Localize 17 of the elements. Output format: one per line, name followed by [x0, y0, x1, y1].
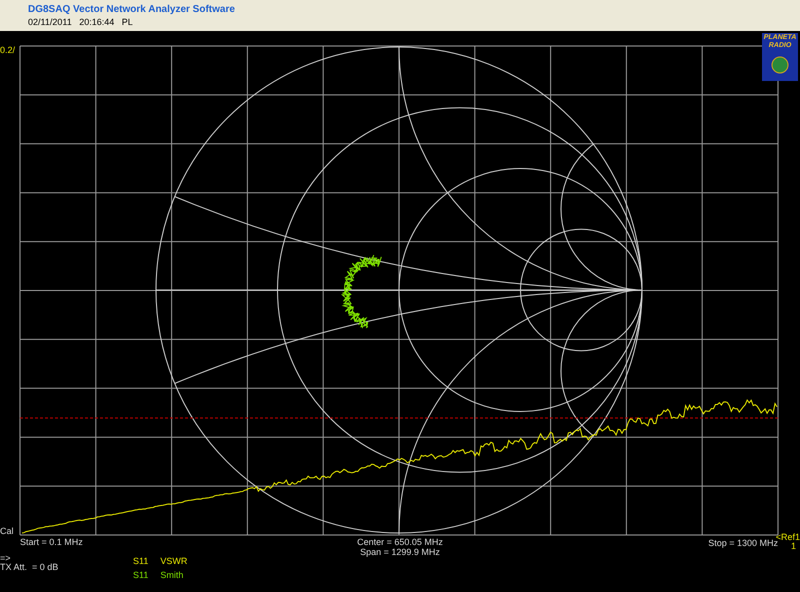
trace-parameter: S11: [133, 570, 148, 580]
app-title: DG8SAQ Vector Network Analyzer Software: [28, 4, 236, 16]
cal-label: Cal: [0, 526, 14, 536]
arrow-label: =>: [0, 553, 11, 563]
reference-index: 1: [790, 541, 796, 551]
timestamp: 02/11/2011 20:16:44 PL: [28, 16, 134, 28]
tx-attenuation: TX Att. = 0 dB: [0, 562, 58, 572]
trace-name: Smith: [160, 570, 184, 580]
stop-frequency: Stop = 1300 MHz: [708, 538, 778, 548]
trace-name: VSWR: [160, 556, 188, 566]
start-frequency: Start = 0.1 MHz: [20, 537, 83, 547]
trace-parameter: S11: [133, 556, 148, 566]
globe-icon: [771, 56, 789, 74]
center-frequency: Center = 650.05 MHz: [357, 537, 443, 547]
scale-label: 0.2/: [0, 45, 16, 55]
span-frequency: Span = 1299.9 MHz: [360, 547, 440, 557]
reference-marker: <Ref1: [776, 532, 800, 542]
